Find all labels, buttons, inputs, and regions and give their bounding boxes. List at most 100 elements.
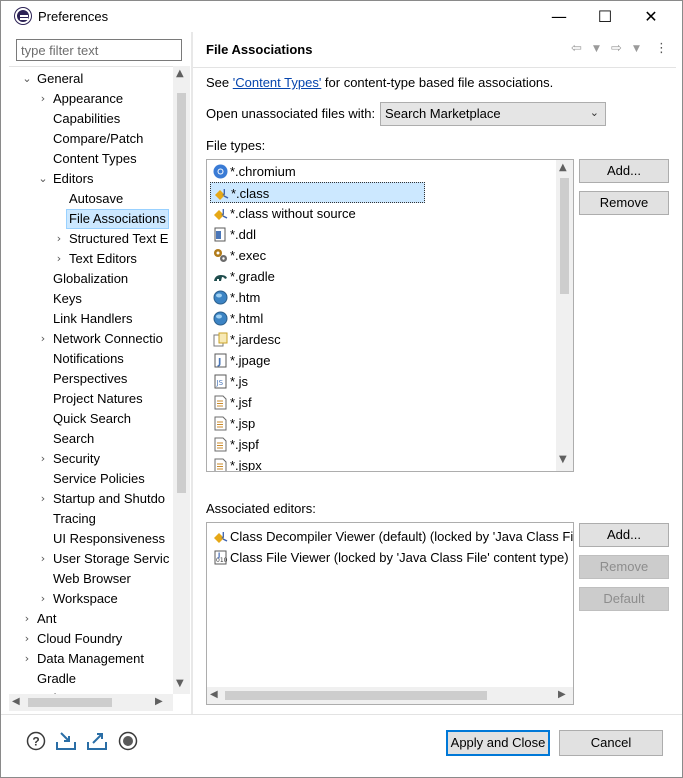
select-value: Search Marketplace [385,106,501,121]
tree-item-label: Data Management [37,651,144,666]
scroll-thumb[interactable] [225,691,487,700]
content-types-hint: See 'Content Types' for content-type bas… [206,75,553,90]
chevron-right-icon[interactable]: › [53,249,65,269]
file-type-label: *.class [231,186,270,201]
text-file-icon [213,395,228,410]
title-bar: Preferences — ☐ ✕ [1,1,682,32]
chevron-right-icon[interactable]: › [21,609,33,629]
filter-input[interactable] [16,39,182,61]
file-types-list[interactable]: *.chromium J *.class J *.class without sourc… [206,159,574,472]
scroll-down-icon[interactable]: ▼ [176,678,184,689]
tree-item-label: Project Natures [53,391,143,406]
add-editor-button[interactable]: Add... [579,523,669,547]
java-page-icon: J [213,353,228,368]
apply-and-close-button[interactable]: Apply and Close [446,730,550,756]
export-icon[interactable] [86,730,108,752]
chevron-right-icon[interactable]: › [53,229,65,249]
file-type-label: *.chromium [230,164,296,179]
tree-horizontal-scrollbar[interactable]: ◀ ▶ [9,694,173,711]
help-icon[interactable]: ? [25,730,47,752]
editors-horizontal-scrollbar[interactable]: ◀ ▶ [207,687,573,704]
view-menu-icon[interactable]: ⋮ [655,41,668,56]
chevron-down-icon[interactable]: ⌄ [37,169,49,189]
maximize-button[interactable]: ☐ [582,1,628,32]
tree-item-label: Structured Text E [69,231,169,246]
editor-label: Class Decompiler Viewer (default) (locke… [230,529,574,544]
window-title: Preferences [38,9,109,24]
remove-file-type-button[interactable]: Remove [579,191,669,215]
chevron-right-icon[interactable]: › [37,89,49,109]
chevron-down-icon: ⌄ [589,106,599,119]
tree-item-label: Editors [53,171,94,186]
chevron-right-icon[interactable]: › [21,649,33,669]
chevron-right-icon[interactable]: › [21,629,33,649]
tree-vertical-scrollbar[interactable]: ▲ ▼ [173,66,190,694]
record-icon[interactable] [117,730,139,752]
scroll-up-icon[interactable]: ▲ [559,162,567,173]
class-decompiler-icon: J [213,529,228,544]
file-type-row[interactable]: J *.class [210,182,425,203]
scroll-up-icon[interactable]: ▲ [176,68,184,79]
globe-icon [213,290,228,305]
file-types-scrollbar[interactable]: ▲ ▼ [556,160,573,471]
svg-text:J: J [221,531,225,539]
scroll-left-icon[interactable]: ◀ [210,689,218,700]
chevron-down-icon[interactable]: ⌄ [21,69,33,89]
forward-arrow-icon[interactable]: ⇨ [611,41,622,56]
tree-item-label: Perspectives [53,371,128,386]
scroll-thumb[interactable] [177,93,186,493]
svg-text:J: J [217,358,221,368]
tree-item-label: Notifications [53,351,124,366]
tree-item-label: Startup and Shutdo [53,491,166,506]
tree-item-label: Compare/Patch [53,131,144,146]
chevron-right-icon[interactable]: › [37,589,49,609]
tree-item-label: User Storage Servic [53,551,170,566]
cancel-button[interactable]: Cancel [559,730,663,756]
scroll-left-icon[interactable]: ◀ [12,696,20,707]
page-navigation: ⇦ ▼ ⇨ ▼ ⋮ [571,41,671,59]
tree-item-label: Network Connectio [53,331,163,346]
file-type-label: *.gradle [230,269,275,284]
open-unassociated-label: Open unassociated files with: [206,106,376,121]
close-button[interactable]: ✕ [628,1,674,32]
chevron-right-icon[interactable]: › [37,489,49,509]
default-editor-button[interactable]: Default [579,587,669,611]
content-types-link[interactable]: 'Content Types' [233,75,322,90]
hint-prefix: See [206,75,233,90]
back-arrow-icon[interactable]: ⇦ [571,41,582,56]
editor-label: Class File Viewer (locked by 'Java Class… [230,550,569,565]
back-menu-chevron-icon[interactable]: ▼ [593,44,600,54]
footer-divider [1,714,682,715]
tree-item-label: Globalization [53,271,129,286]
remove-editor-button[interactable]: Remove [579,555,669,579]
chevron-right-icon[interactable]: › [37,329,49,349]
class-file-viewer-icon: 010 J [213,550,228,565]
scroll-thumb[interactable] [560,178,569,294]
scroll-right-icon[interactable]: ▶ [155,696,163,707]
scroll-right-icon[interactable]: ▶ [558,689,566,700]
forward-menu-chevron-icon[interactable]: ▼ [633,44,640,54]
tree-item-label: Web Browser [53,571,131,586]
file-type-label: *.js [230,374,249,389]
svg-text:J: J [221,208,225,216]
scroll-thumb[interactable] [28,698,112,707]
tree-item-label: Cloud Foundry [37,631,123,646]
scroll-down-icon[interactable]: ▼ [559,454,567,465]
file-type-label: *.exec [230,248,267,263]
tree-item-label: Autosave [69,191,124,206]
chevron-right-icon[interactable]: › [37,449,49,469]
import-icon[interactable] [55,730,77,752]
tree-item-label: Link Handlers [53,311,133,326]
minimize-button[interactable]: — [536,1,582,32]
file-type-label: *.ddl [230,227,257,242]
open-unassociated-select[interactable]: Search Marketplace ⌄ [380,102,606,126]
associated-editors-list[interactable]: J Class Decompiler Viewer (default) (lock… [206,522,574,705]
add-file-type-button[interactable]: Add... [579,159,669,183]
chevron-right-icon[interactable]: › [37,549,49,569]
file-type-label: *.jspx [230,458,262,472]
